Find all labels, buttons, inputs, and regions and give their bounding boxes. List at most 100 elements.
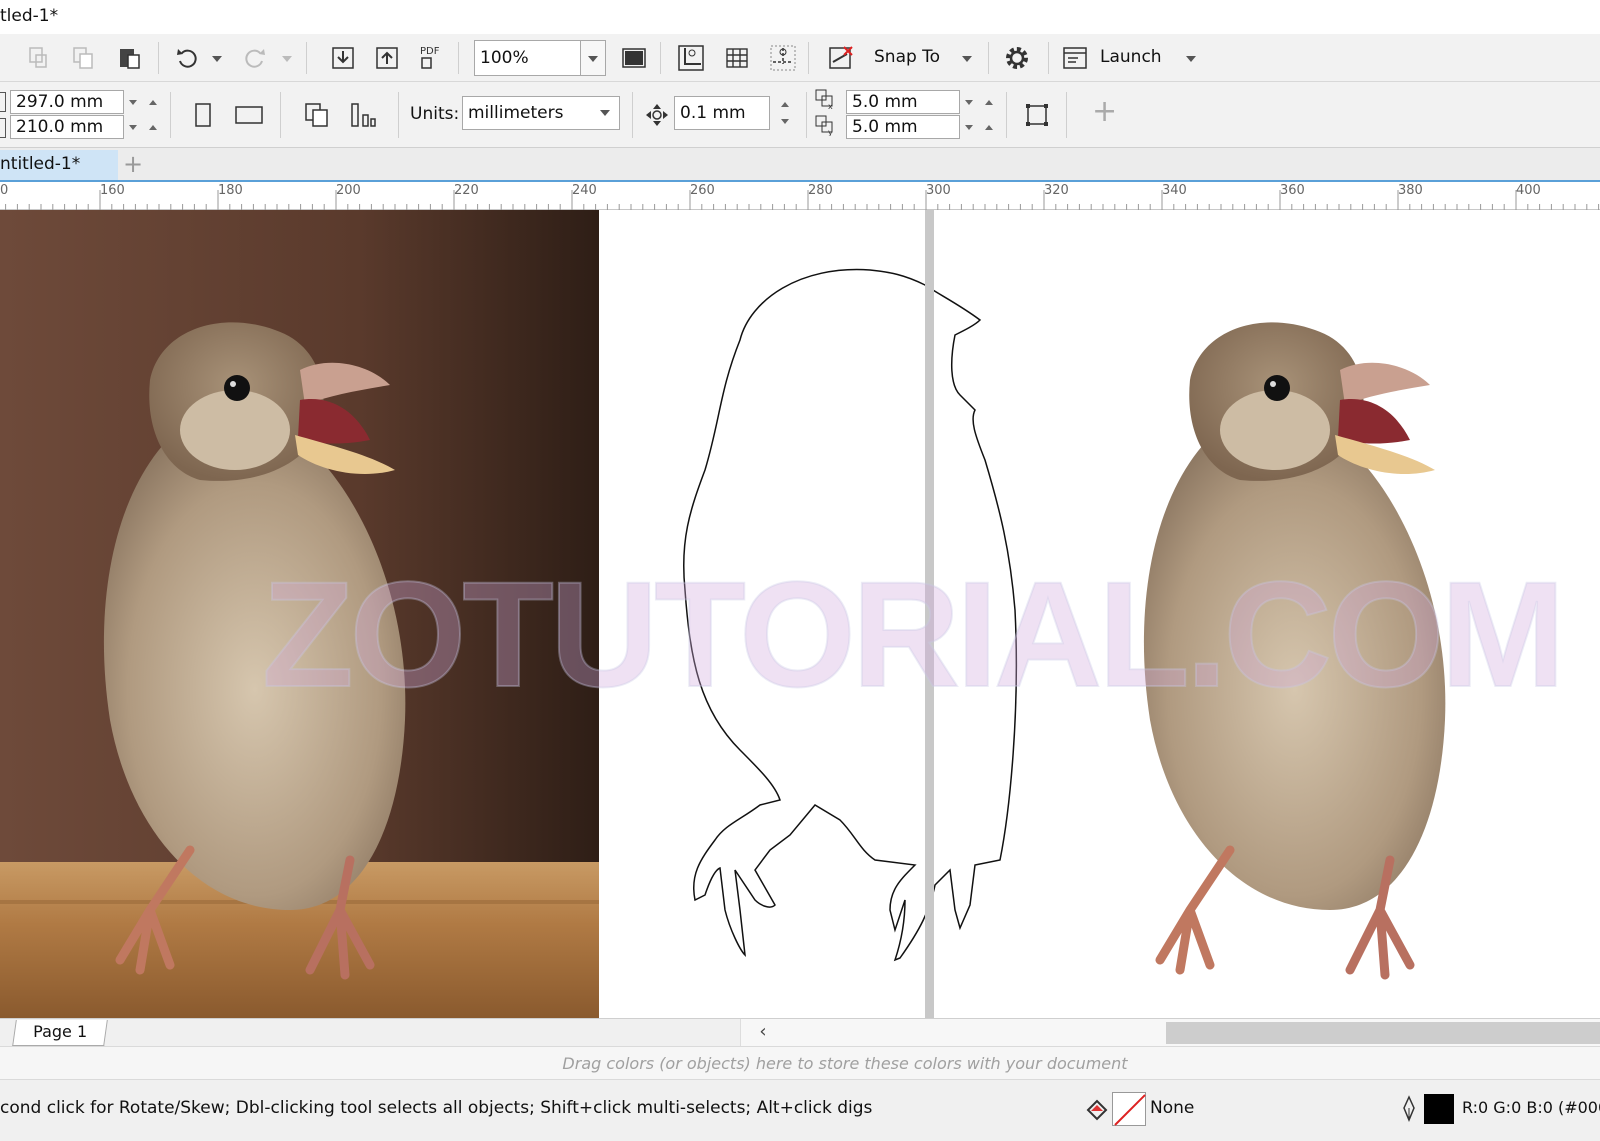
page-width-spinner-up[interactable] xyxy=(144,90,162,114)
ruler-label: 160 xyxy=(100,183,125,198)
landscape-icon[interactable] xyxy=(232,98,266,132)
zoom-to-page-icon[interactable] xyxy=(617,41,651,75)
show-guidelines-icon[interactable] xyxy=(766,41,800,75)
duplicate-distance-x-input[interactable]: 5.0 mm xyxy=(846,90,960,114)
ruler-label: 300 xyxy=(926,183,951,198)
svg-text:x: x xyxy=(828,102,833,110)
page-tab-label: Page 1 xyxy=(33,1022,88,1041)
launch-dropdown-icon[interactable] xyxy=(1186,56,1196,62)
separator xyxy=(1066,92,1067,138)
page-height-input[interactable]: 210.0 mm xyxy=(10,115,124,139)
separator xyxy=(806,92,807,138)
units-label: Units: xyxy=(410,104,460,124)
snap-to-dropdown-icon[interactable] xyxy=(962,56,972,62)
launch-icon[interactable] xyxy=(1058,41,1092,75)
fill-status-label: None xyxy=(1150,1098,1195,1118)
units-dropdown-icon[interactable] xyxy=(600,110,610,116)
nudge-distance-input[interactable]: 0.1 mm xyxy=(674,96,770,130)
ruler-label: 400 xyxy=(1516,183,1541,198)
outline-pen-icon[interactable] xyxy=(1398,1094,1420,1124)
separator xyxy=(1048,42,1049,74)
duplicate-x-spinner[interactable] xyxy=(960,90,978,114)
separator xyxy=(306,42,307,74)
page-navigator: ‹ Page 1 xyxy=(0,1018,1600,1047)
property-bar: 297.0 mm 210.0 mm Units: millimeters 0.1… xyxy=(0,82,1600,148)
zoom-dropdown-button[interactable] xyxy=(580,40,606,76)
page-width-icon xyxy=(0,92,6,112)
redo-dropdown-icon[interactable] xyxy=(282,56,292,62)
import-icon[interactable] xyxy=(326,41,360,75)
document-tab-bar: ntitled-1* + xyxy=(0,148,1600,182)
show-rulers-icon[interactable] xyxy=(674,41,708,75)
ruler-label: 320 xyxy=(1044,183,1069,198)
ruler-label: 220 xyxy=(454,183,479,198)
portrait-icon[interactable] xyxy=(186,98,220,132)
separator xyxy=(458,42,459,74)
copy-icon[interactable] xyxy=(66,41,100,75)
separator xyxy=(280,92,281,138)
page-height-spinner[interactable] xyxy=(124,115,142,139)
document-tab[interactable]: ntitled-1* xyxy=(0,150,118,180)
scroll-left-arrow-icon[interactable]: ‹ xyxy=(752,1023,774,1043)
undo-icon[interactable] xyxy=(170,41,204,75)
palette-hint: Drag colors (or objects) here to store t… xyxy=(562,1054,1128,1073)
ruler-label: 340 xyxy=(1162,183,1187,198)
separator xyxy=(158,42,159,74)
options-gear-icon[interactable] xyxy=(1000,41,1034,75)
paste-icon[interactable] xyxy=(112,41,146,75)
current-page-icon[interactable] xyxy=(346,98,380,132)
new-document-tab-icon[interactable]: + xyxy=(120,152,146,178)
separator xyxy=(632,92,633,138)
separator xyxy=(660,42,661,74)
separator xyxy=(808,42,809,74)
ruler-label: 380 xyxy=(1398,183,1423,198)
page-height-icon xyxy=(0,118,6,138)
window-title: tled-1* xyxy=(0,6,59,26)
drawing-canvas[interactable]: ZOTUTORIAL.COM xyxy=(0,210,1600,1018)
treat-as-filled-icon[interactable] xyxy=(1020,98,1054,132)
ruler-label: 240 xyxy=(572,183,597,198)
separator xyxy=(398,92,399,138)
separator xyxy=(988,42,989,74)
redo-icon[interactable] xyxy=(238,41,272,75)
horizontal-ruler[interactable]: 0 160 180 200 220 240 260 280 300 320 34… xyxy=(0,182,1600,210)
outline-color-swatch[interactable] xyxy=(1424,1094,1454,1124)
add-toolbar-item-icon[interactable]: + xyxy=(1092,97,1117,128)
page-width-spinner[interactable] xyxy=(124,90,142,114)
duplicate-x-spinner-up[interactable] xyxy=(980,90,998,114)
export-icon[interactable] xyxy=(370,41,404,75)
svg-text:PDF: PDF xyxy=(420,46,440,57)
ruler-label: 360 xyxy=(1280,183,1305,198)
duplicate-distance-y-input[interactable]: 5.0 mm xyxy=(846,115,960,139)
launch-button[interactable]: Launch xyxy=(1100,47,1162,67)
show-grid-icon[interactable] xyxy=(720,41,754,75)
zoom-level-input[interactable]: 100% xyxy=(474,40,582,76)
duplicate-y-spinner[interactable] xyxy=(960,115,978,139)
ruler-label: 0 xyxy=(0,183,9,198)
horizontal-scrollbar-thumb[interactable] xyxy=(1166,1022,1600,1044)
no-fill-swatch[interactable] xyxy=(1112,1092,1146,1126)
cut-icon[interactable] xyxy=(22,41,56,75)
all-pages-icon[interactable] xyxy=(300,98,334,132)
snap-off-icon[interactable] xyxy=(824,41,858,75)
page-tab[interactable]: Page 1 xyxy=(12,1020,108,1046)
duplicate-x-icon: x xyxy=(812,86,838,112)
standard-toolbar: PDF 100% Snap To Launch xyxy=(0,34,1600,82)
ruler-label: 180 xyxy=(218,183,243,198)
page-height-spinner-up[interactable] xyxy=(144,115,162,139)
duplicate-y-spinner-up[interactable] xyxy=(980,115,998,139)
fill-bucket-icon[interactable] xyxy=(1082,1094,1112,1124)
nudge-distance-spinner[interactable] xyxy=(776,96,794,130)
separator xyxy=(170,92,171,138)
ruler-label: 200 xyxy=(336,183,361,198)
outline-color-readout: R:0 G:0 B:0 (#0000 xyxy=(1462,1098,1600,1117)
document-palette[interactable]: Drag colors (or objects) here to store t… xyxy=(0,1046,1600,1080)
page-width-input[interactable]: 297.0 mm xyxy=(10,90,124,114)
ruler-label: 260 xyxy=(690,183,715,198)
undo-dropdown-icon[interactable] xyxy=(212,56,222,62)
title-bar: tled-1* xyxy=(0,0,1600,34)
units-select[interactable]: millimeters xyxy=(462,96,620,130)
snap-to-button[interactable]: Snap To xyxy=(874,47,940,67)
ruler-label: 280 xyxy=(808,183,833,198)
publish-pdf-icon[interactable]: PDF xyxy=(414,41,448,75)
